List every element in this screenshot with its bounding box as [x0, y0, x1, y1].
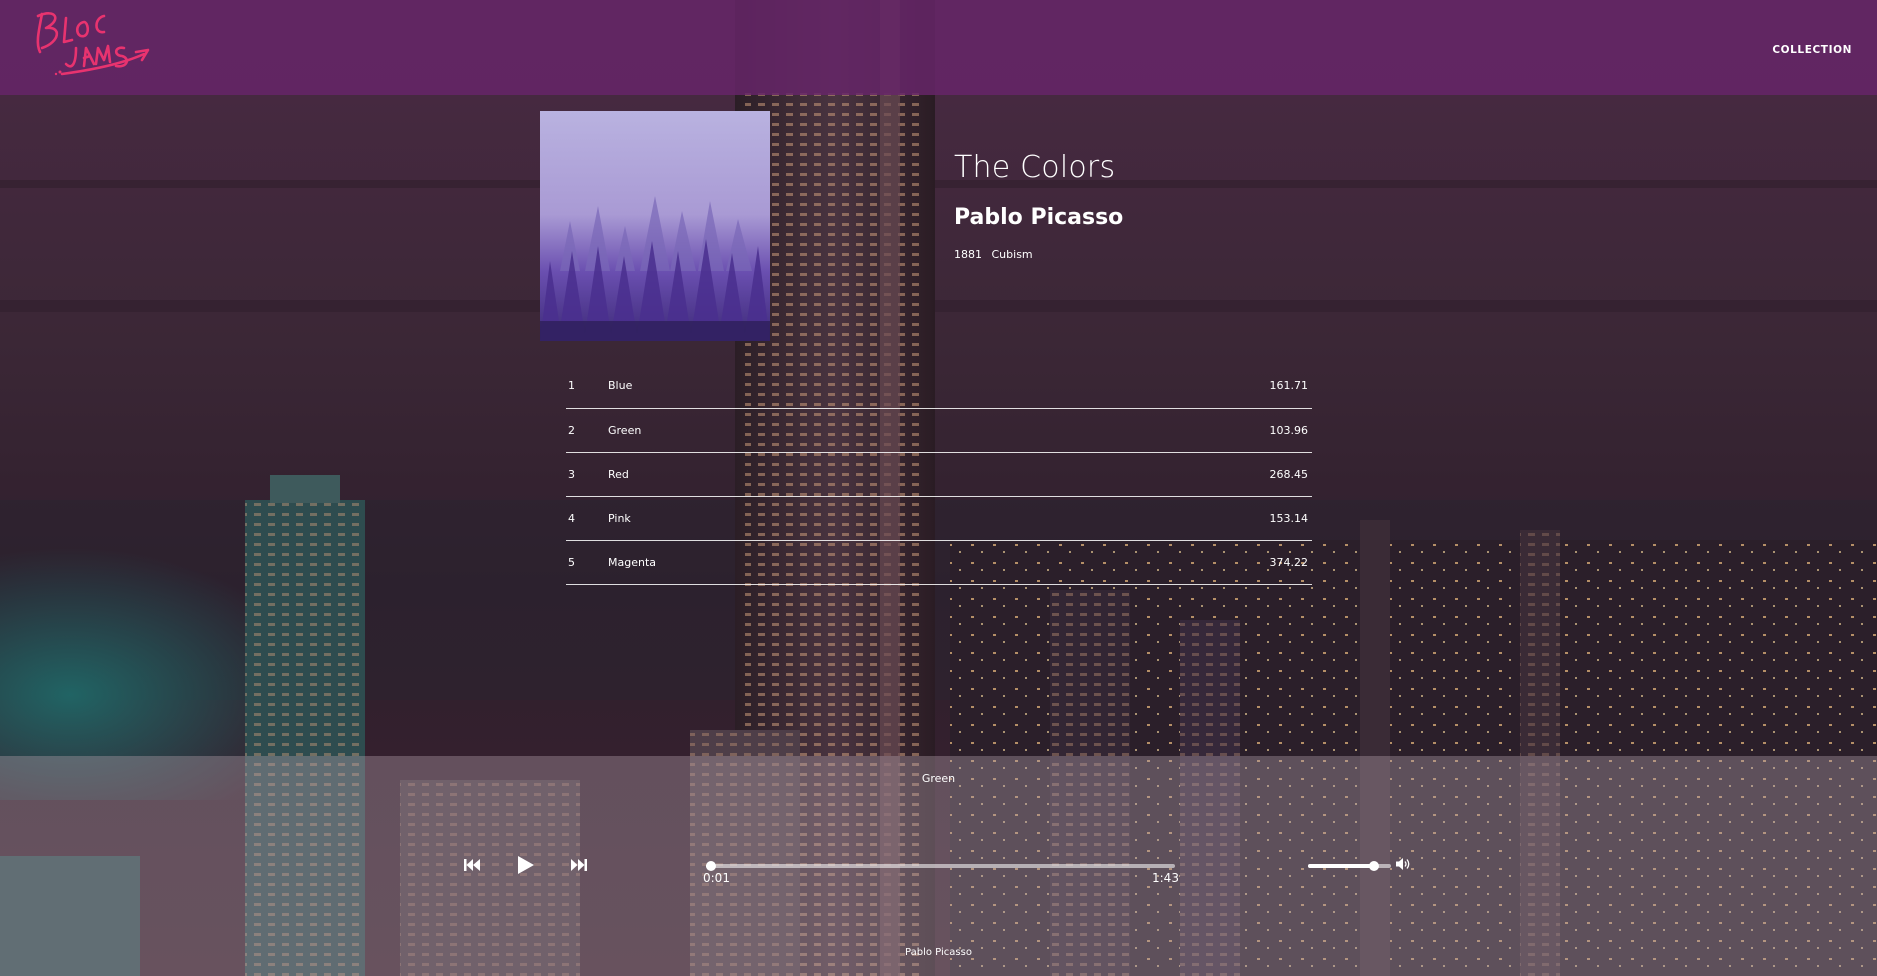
- song-number[interactable]: 1: [566, 364, 608, 408]
- album-release-info: 1881 Cubism: [954, 248, 1123, 261]
- player-bar: Green 0:01 1:43 Pablo Picasso: [0, 756, 1877, 976]
- volume-slider[interactable]: [1308, 861, 1391, 871]
- song-row[interactable]: 1 Blue 161.71: [566, 364, 1312, 408]
- now-playing-song-title: Green: [921, 772, 956, 785]
- song-duration: 374.22: [1269, 555, 1309, 569]
- navbar: COLLECTION: [0, 0, 1877, 95]
- album-cover-image: [540, 111, 770, 341]
- song-duration: 103.96: [1269, 423, 1309, 437]
- previous-track-icon[interactable]: [464, 858, 480, 872]
- song-list: 1 Blue 161.71 2 Green 103.96 3 Red 268.4…: [566, 364, 1312, 585]
- page: COLLECTION The Colors Pablo Picasso 1881…: [0, 0, 1877, 976]
- album-artist: Pablo Picasso: [954, 205, 1124, 230]
- seek-bar[interactable]: [705, 861, 1175, 871]
- song-row[interactable]: 3 Red 268.45: [566, 452, 1312, 496]
- song-row[interactable]: 5 Magenta 374.22: [566, 540, 1312, 584]
- total-time: 1:43: [1152, 871, 1179, 885]
- song-number[interactable]: 3: [566, 452, 608, 496]
- song-number[interactable]: 4: [566, 496, 608, 540]
- song-row[interactable]: 4 Pink 153.14: [566, 496, 1312, 540]
- song-number[interactable]: 2: [566, 408, 608, 452]
- bloc-jams-logo[interactable]: [32, 4, 150, 82]
- song-title: Blue: [608, 379, 633, 393]
- album-title: The Colors: [954, 150, 1116, 185]
- song-title: Red: [608, 467, 629, 481]
- now-playing-artist: Pablo Picasso: [905, 947, 972, 958]
- song-title: Magenta: [608, 555, 657, 569]
- volume-icon[interactable]: [1396, 857, 1412, 871]
- album-info: The Colors Pablo Picasso 1881 Cubism: [954, 150, 1123, 261]
- next-track-icon[interactable]: [571, 858, 587, 872]
- song-title: Pink: [608, 511, 631, 525]
- current-time: 0:01: [703, 871, 730, 885]
- seek-bar-thumb[interactable]: [705, 861, 716, 871]
- album-year: 1881: [954, 248, 982, 261]
- play-icon[interactable]: [517, 855, 535, 875]
- song-row[interactable]: 2 Green 103.96: [566, 408, 1312, 452]
- song-duration: 268.45: [1269, 467, 1309, 481]
- song-title: Green: [608, 423, 642, 437]
- song-duration: 153.14: [1269, 511, 1309, 525]
- collection-link[interactable]: COLLECTION: [1772, 44, 1852, 56]
- album-label: Cubism: [991, 248, 1033, 261]
- volume-slider-fill: [1308, 864, 1375, 868]
- song-number[interactable]: 5: [566, 540, 608, 584]
- volume-slider-thumb[interactable]: [1369, 861, 1380, 871]
- song-duration: 161.71: [1269, 379, 1309, 393]
